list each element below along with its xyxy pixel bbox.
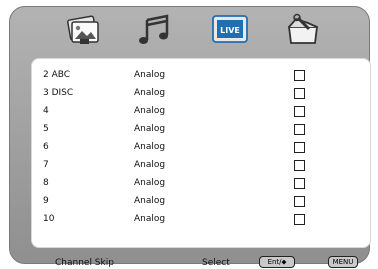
channel-number: 2 ABC [43, 70, 71, 80]
channel-skip-window: LIVE 2 ABC Analog 3 DISC Analog 4 Analog [9, 6, 371, 268]
channel-number: 8 [43, 178, 49, 188]
settings-toolbox-icon [287, 13, 319, 44]
channel-number: 4 [43, 106, 49, 116]
list-item[interactable]: 8 Analog [32, 175, 372, 193]
channel-number: 6 [43, 142, 49, 152]
skip-checkbox[interactable] [294, 196, 305, 207]
tab-settings[interactable] [284, 13, 322, 47]
skip-checkbox[interactable] [294, 124, 305, 135]
skip-checkbox[interactable] [294, 88, 305, 99]
channel-type: Analog [134, 142, 166, 152]
channel-number: 9 [43, 196, 49, 206]
screen-title: Channel Skip [55, 258, 114, 268]
list-item[interactable]: 2 ABC Analog [32, 67, 372, 85]
live-tv-icon: LIVE [212, 15, 248, 43]
channel-type: Analog [134, 214, 166, 224]
list-item[interactable]: 3 DISC Analog [32, 85, 372, 103]
list-item[interactable]: 7 Analog [32, 157, 372, 175]
channel-number: 7 [43, 160, 49, 170]
channel-number: 5 [43, 124, 49, 134]
picture-icon [67, 15, 99, 44]
tab-bar: LIVE [10, 7, 371, 51]
skip-checkbox[interactable] [294, 70, 305, 81]
tab-live-tv[interactable]: LIVE [211, 13, 249, 47]
footer-bar: Channel Skip Select Ent/⬥ MENU [10, 253, 371, 268]
channel-type: Analog [134, 106, 166, 116]
list-item[interactable]: 10 Analog [32, 211, 372, 229]
skip-checkbox[interactable] [294, 106, 305, 117]
channel-type: Analog [134, 88, 166, 98]
channel-type: Analog [134, 178, 166, 188]
skip-checkbox[interactable] [294, 178, 305, 189]
list-item[interactable]: 5 Analog [32, 121, 372, 139]
skip-checkbox[interactable] [294, 214, 305, 225]
skip-checkbox[interactable] [294, 160, 305, 171]
list-item[interactable]: 6 Analog [32, 139, 372, 157]
list-item[interactable]: 4 Analog [32, 103, 372, 121]
enter-nav-key[interactable]: Ent/⬥ [259, 256, 295, 268]
list-item[interactable]: 9 Analog [32, 193, 372, 211]
tab-music[interactable] [136, 13, 174, 47]
channel-type: Analog [134, 196, 166, 206]
menu-key[interactable]: MENU [328, 256, 358, 268]
channel-type: Analog [134, 124, 166, 134]
skip-checkbox[interactable] [294, 142, 305, 153]
channel-type: Analog [134, 70, 166, 80]
channel-number: 3 DISC [43, 88, 74, 98]
select-hint: Select [202, 258, 230, 268]
music-icon [139, 14, 169, 44]
tab-picture[interactable] [64, 13, 102, 47]
channel-number: 10 [43, 214, 55, 224]
live-tv-label: LIVE [220, 26, 240, 35]
channel-list: 2 ABC Analog 3 DISC Analog 4 Analog 5 An… [31, 58, 371, 248]
channel-type: Analog [134, 160, 166, 170]
